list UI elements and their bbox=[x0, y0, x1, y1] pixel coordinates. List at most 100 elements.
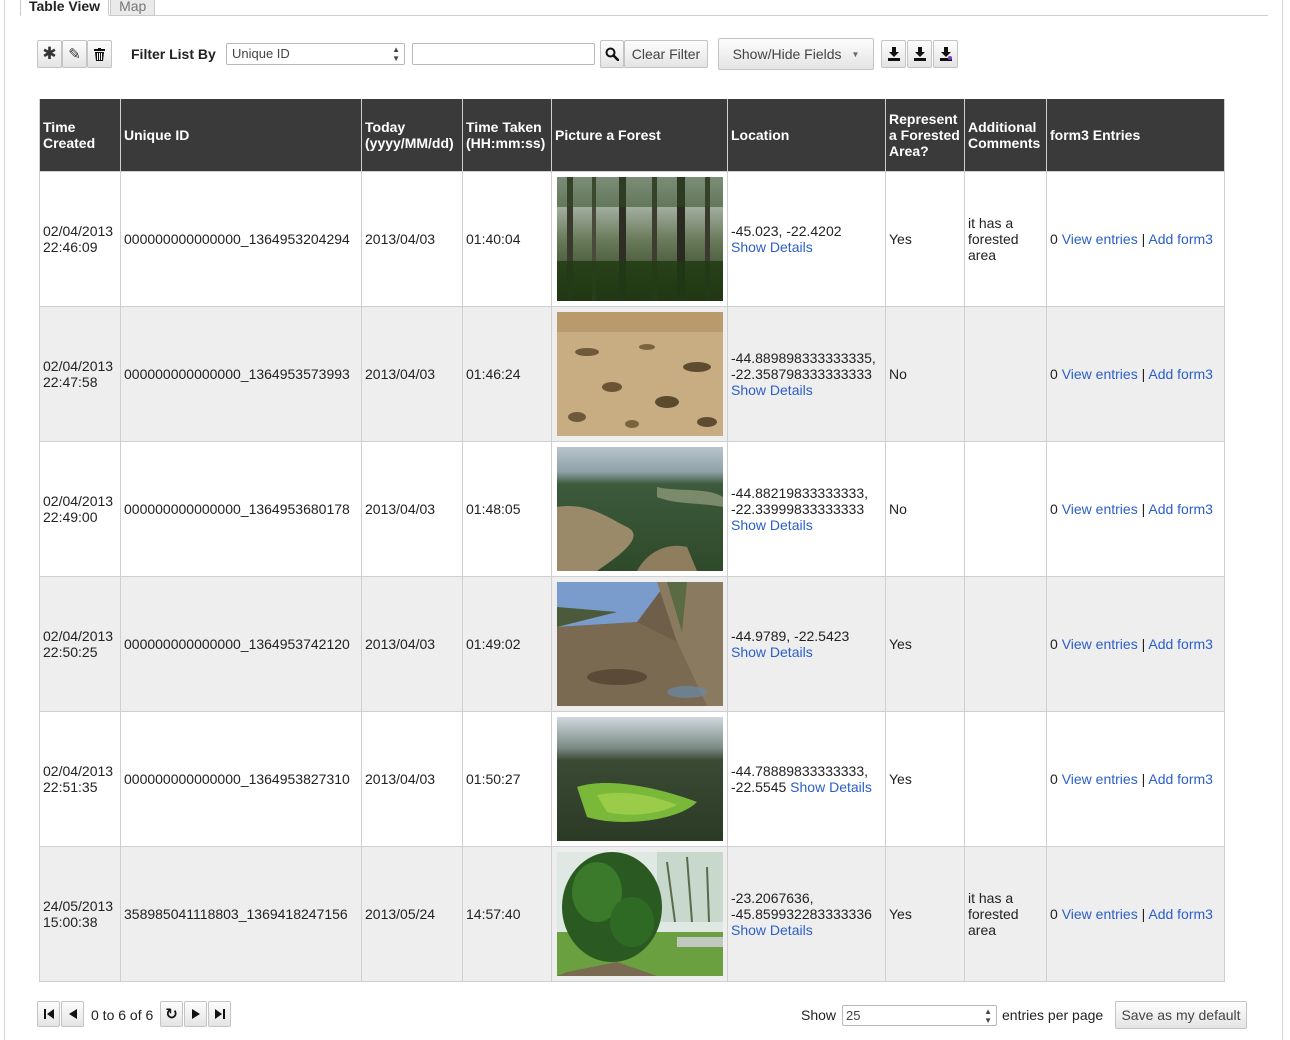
trash-icon bbox=[94, 47, 105, 61]
picture-cell bbox=[551, 711, 728, 847]
view-entries-link[interactable]: View entries bbox=[1062, 636, 1138, 652]
refresh-icon: ↻ bbox=[165, 1006, 178, 1023]
aerial-valley-photo-thumbnail[interactable] bbox=[556, 447, 723, 571]
save-default-button[interactable]: Save as my default bbox=[1115, 1001, 1247, 1029]
view-entries-link[interactable]: View entries bbox=[1062, 771, 1138, 787]
picture-cell bbox=[551, 306, 728, 442]
add-form3-link[interactable]: Add form3 bbox=[1148, 771, 1213, 787]
column-header[interactable]: Represent a Forested Area? bbox=[885, 99, 965, 172]
time-created-cell: 02/04/2013 22:51:35 bbox=[39, 711, 121, 847]
show-details-link[interactable]: Show Details bbox=[731, 922, 813, 938]
stepper-arrows-icon: ▲ ▼ bbox=[984, 1007, 992, 1025]
separator: | bbox=[1141, 366, 1146, 382]
last-page-icon bbox=[214, 1009, 225, 1019]
view-entries-link[interactable]: View entries bbox=[1062, 366, 1138, 382]
filter-label: Filter List By bbox=[131, 46, 216, 62]
per-page-select[interactable]: 25 ▲ ▼ bbox=[842, 1005, 997, 1026]
forested-cell: No bbox=[885, 306, 965, 442]
location-text: -44.889898333333335, -22.358798333333333 bbox=[731, 350, 876, 382]
table-row[interactable]: 02/04/2013 22:50:25 000000000000000_1364… bbox=[39, 576, 1225, 712]
add-form3-link[interactable]: Add form3 bbox=[1148, 501, 1213, 517]
table-row[interactable]: 24/05/2013 15:00:38 358985041118803_1369… bbox=[39, 846, 1225, 982]
show-hide-fields-label: Show/Hide Fields bbox=[732, 46, 842, 62]
view-entries-link[interactable]: View entries bbox=[1062, 231, 1138, 247]
time-created-cell: 02/04/2013 22:49:00 bbox=[39, 441, 121, 577]
today-cell: 2013/04/03 bbox=[361, 171, 463, 307]
tab-map[interactable]: Map bbox=[110, 0, 156, 16]
entries-count: 0 bbox=[1050, 636, 1058, 652]
form3-entries-cell: 0 View entries | Add form3 bbox=[1046, 711, 1225, 847]
unique-id-cell: 000000000000000_1364953742120 bbox=[120, 576, 362, 712]
separator: | bbox=[1141, 231, 1146, 247]
garden-plant-photo-thumbnail[interactable] bbox=[556, 852, 723, 976]
clear-filter-button[interactable]: Clear Filter bbox=[624, 40, 708, 68]
view-entries-link[interactable]: View entries bbox=[1062, 501, 1138, 517]
table-row[interactable]: 02/04/2013 22:47:58 000000000000000_1364… bbox=[39, 306, 1225, 442]
delete-record-button[interactable] bbox=[87, 40, 112, 68]
entries-count: 0 bbox=[1050, 366, 1058, 382]
download-button-3[interactable] bbox=[933, 40, 958, 68]
refresh-button[interactable]: ↻ bbox=[160, 1001, 183, 1027]
per-page-label: entries per page bbox=[1002, 1007, 1104, 1023]
add-form3-link[interactable]: Add form3 bbox=[1148, 906, 1213, 922]
green-hills-photo-thumbnail[interactable] bbox=[556, 717, 723, 841]
picture-cell bbox=[551, 441, 728, 577]
time-taken-cell: 01:49:02 bbox=[462, 576, 552, 712]
forested-cell: Yes bbox=[885, 846, 965, 982]
view-entries-link[interactable]: View entries bbox=[1062, 906, 1138, 922]
dry-field-photo-thumbnail[interactable] bbox=[556, 312, 723, 436]
tab-table-view[interactable]: Table View bbox=[20, 0, 110, 16]
magnifier-icon bbox=[605, 47, 619, 61]
download-button-1[interactable] bbox=[881, 40, 906, 68]
show-details-link[interactable]: Show Details bbox=[731, 644, 813, 660]
filter-value-input[interactable] bbox=[412, 43, 595, 65]
search-button[interactable] bbox=[600, 40, 624, 68]
comments-cell bbox=[964, 441, 1047, 577]
location-cell: -44.9789, -22.5423 Show Details bbox=[727, 576, 886, 712]
unique-id-cell: 000000000000000_1364953204294 bbox=[120, 171, 362, 307]
show-details-link[interactable]: Show Details bbox=[731, 382, 813, 398]
column-header[interactable]: Additional Comments bbox=[964, 99, 1047, 172]
dirt-road-photo-thumbnail[interactable] bbox=[556, 582, 723, 706]
last-page-button[interactable] bbox=[208, 1001, 231, 1027]
table-row[interactable]: 02/04/2013 22:49:00 000000000000000_1364… bbox=[39, 441, 1225, 577]
location-cell: -44.88219833333333, -22.33999833333333 S… bbox=[727, 441, 886, 577]
download-button-2[interactable] bbox=[907, 40, 932, 68]
column-header[interactable]: Unique ID bbox=[120, 99, 362, 172]
pencil-icon: ✎ bbox=[68, 46, 81, 63]
form3-entries-cell: 0 View entries | Add form3 bbox=[1046, 441, 1225, 577]
filter-field-value: Unique ID bbox=[232, 46, 290, 61]
table-row[interactable]: 02/04/2013 22:51:35 000000000000000_1364… bbox=[39, 711, 1225, 847]
show-details-link[interactable]: Show Details bbox=[731, 517, 813, 533]
column-header[interactable]: Today (yyyy/MM/dd) bbox=[361, 99, 463, 172]
filter-field-select[interactable]: Unique ID ▲ ▼ bbox=[226, 43, 405, 65]
today-cell: 2013/04/03 bbox=[361, 441, 463, 577]
edit-record-button[interactable]: ✎ bbox=[62, 40, 87, 68]
add-form3-link[interactable]: Add form3 bbox=[1148, 636, 1213, 652]
show-details-link[interactable]: Show Details bbox=[790, 779, 872, 795]
today-cell: 2013/04/03 bbox=[361, 576, 463, 712]
show-hide-fields-button[interactable]: Show/Hide Fields ▼ bbox=[718, 38, 874, 70]
picture-cell bbox=[551, 576, 728, 712]
column-header[interactable]: Time Created bbox=[39, 99, 121, 172]
next-page-button[interactable] bbox=[184, 1001, 207, 1027]
asterisk-icon: ✱ bbox=[42, 44, 57, 63]
forest-photo-thumbnail[interactable] bbox=[556, 177, 723, 301]
table-row[interactable]: 02/04/2013 22:46:09 000000000000000_1364… bbox=[39, 171, 1225, 307]
entries-count: 0 bbox=[1050, 501, 1058, 517]
time-created-cell: 02/04/2013 22:50:25 bbox=[39, 576, 121, 712]
form3-entries-cell: 0 View entries | Add form3 bbox=[1046, 171, 1225, 307]
entries-count: 0 bbox=[1050, 771, 1058, 787]
column-header[interactable]: form3 Entries bbox=[1046, 99, 1225, 172]
location-cell: -44.78889833333333, -22.5545 Show Detail… bbox=[727, 711, 886, 847]
add-record-button[interactable]: ✱ bbox=[37, 40, 62, 68]
column-header[interactable]: Location bbox=[727, 99, 886, 172]
add-form3-link[interactable]: Add form3 bbox=[1148, 366, 1213, 382]
table-header-row: Time Created Unique ID Today (yyyy/MM/dd… bbox=[39, 99, 1225, 172]
add-form3-link[interactable]: Add form3 bbox=[1148, 231, 1213, 247]
show-details-link[interactable]: Show Details bbox=[731, 239, 813, 255]
prev-page-button[interactable] bbox=[61, 1001, 84, 1027]
first-page-button[interactable] bbox=[37, 1001, 60, 1027]
column-header[interactable]: Time Taken (HH:mm:ss) bbox=[462, 99, 552, 172]
column-header[interactable]: Picture a Forest bbox=[551, 99, 728, 172]
